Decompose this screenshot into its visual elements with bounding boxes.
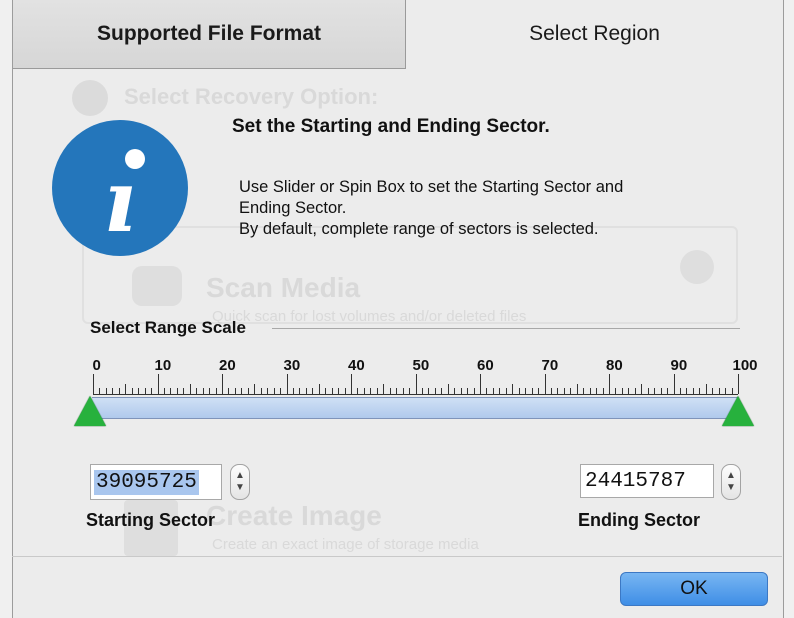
- start-sector-stepper[interactable]: ▲ ▼: [230, 464, 250, 500]
- range-scale-label: Select Range Scale: [90, 318, 246, 337]
- range-slider-track[interactable]: [92, 397, 738, 419]
- footer-separator: [12, 556, 782, 557]
- tab-supported-file-format[interactable]: Supported File Format: [13, 0, 406, 69]
- stepper-down-icon[interactable]: ▼: [235, 482, 245, 494]
- stepper-down-icon[interactable]: ▼: [726, 482, 736, 494]
- end-sector-value: 24415787: [585, 469, 686, 493]
- info-icon-glyph: ı: [103, 151, 137, 252]
- ok-button[interactable]: OK: [620, 572, 768, 606]
- info-heading: Set the Starting and Ending Sector.: [232, 116, 550, 137]
- start-sector-label: Starting Sector: [86, 510, 216, 530]
- info-icon: ı: [52, 120, 188, 256]
- range-separator: [272, 328, 740, 329]
- ghost-scan-media-desc: Quick scan for lost volumes and/or delet…: [212, 308, 527, 325]
- stepper-up-icon[interactable]: ▲: [235, 470, 245, 482]
- start-sector-input[interactable]: 39095725: [90, 464, 222, 500]
- start-slider-handle[interactable]: [74, 396, 106, 426]
- start-sector-value: 39095725: [94, 469, 199, 495]
- end-sector-label: Ending Sector: [578, 510, 701, 530]
- info-description-line-1: Use Slider or Spin Box to set the Starti…: [239, 178, 624, 196]
- ghost-radio-icon: [680, 250, 714, 284]
- stepper-up-icon[interactable]: ▲: [726, 470, 736, 482]
- end-sector-stepper[interactable]: ▲ ▼: [721, 464, 741, 500]
- end-slider-handle[interactable]: [722, 396, 754, 426]
- ghost-create-image: Create Image: [206, 500, 382, 531]
- info-description-line-3: By default, complete range of sectors is…: [239, 220, 599, 238]
- ghost-title: Select Recovery Option:: [124, 84, 379, 109]
- end-sector-input[interactable]: 24415787: [580, 464, 714, 498]
- ghost-check-icon: [72, 80, 108, 116]
- ghost-disk-icon: [132, 266, 182, 306]
- ghost-create-image-desc: Create an exact image of storage media: [212, 536, 479, 553]
- tab-select-region[interactable]: Select Region: [406, 0, 783, 68]
- ghost-scan-media: Scan Media: [206, 272, 361, 303]
- app: Supported File Format Select Region Sele…: [0, 0, 794, 618]
- info-description-line-2: Ending Sector.: [239, 199, 347, 217]
- info-description: Use Slider or Spin Box to set the Starti…: [239, 177, 623, 240]
